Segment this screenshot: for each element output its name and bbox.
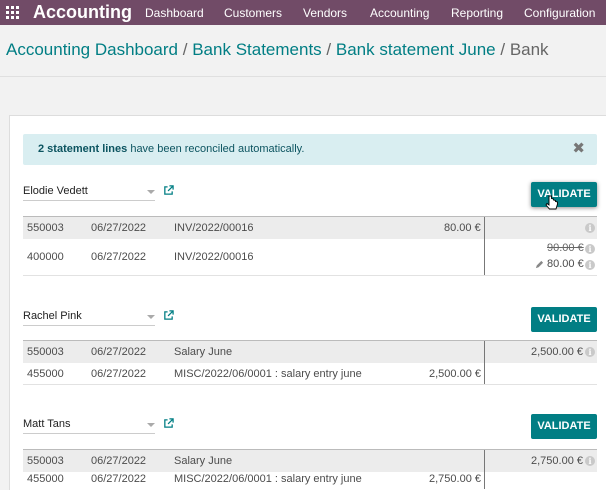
menu-accounting[interactable]: Accounting xyxy=(370,6,429,20)
partner-field[interactable]: Matt Tans xyxy=(23,418,71,431)
credit-amount: 2,500.00 € xyxy=(531,346,583,358)
validate-button[interactable]: VALIDATE xyxy=(531,182,597,207)
account-code: 455000 xyxy=(27,368,64,380)
validate-button[interactable]: VALIDATE xyxy=(531,414,597,439)
close-icon[interactable]: ✖ xyxy=(572,140,585,157)
table-row[interactable]: 550003 06/27/2022 INV/2022/00016 80.00 € xyxy=(23,217,597,239)
info-icon[interactable]: i xyxy=(585,244,595,254)
info-icon[interactable]: i xyxy=(585,456,595,466)
debit-amount: 2,750.00 € xyxy=(429,473,481,485)
partner-field-underline xyxy=(23,433,155,434)
external-link-icon[interactable] xyxy=(163,310,174,321)
info-icon[interactable]: i xyxy=(585,347,595,357)
line-label: INV/2022/00016 xyxy=(174,251,254,263)
apps-grid-icon[interactable] xyxy=(6,6,19,19)
menu-customers[interactable]: Customers xyxy=(224,6,282,20)
account-code: 550003 xyxy=(27,346,64,358)
table-row[interactable]: 455000 06/27/2022 MISC/2022/06/0001 : sa… xyxy=(23,469,597,489)
line-label: MISC/2022/06/0001 : salary entry june xyxy=(174,368,362,380)
line-date: 06/27/2022 xyxy=(91,346,147,358)
account-code: 455000 xyxy=(27,473,64,485)
notification-message: 2 statement lines have been reconciled a… xyxy=(38,143,305,155)
menu-configuration[interactable]: Configuration xyxy=(524,6,595,20)
info-icon[interactable]: i xyxy=(585,223,595,233)
partner-field-underline xyxy=(23,200,155,201)
breadcrumb: Accounting Dashboard / Bank Statements /… xyxy=(6,40,549,60)
debit-credit-divider xyxy=(484,341,485,385)
debit-amount: 80.00 € xyxy=(444,222,481,234)
breadcrumb-current: Bank xyxy=(509,40,549,59)
breadcrumb-accounting-dashboard[interactable]: Accounting Dashboard xyxy=(6,40,178,59)
table-row[interactable]: 455000 06/27/2022 MISC/2022/06/0001 : sa… xyxy=(23,363,597,385)
partner-field[interactable]: Elodie Vedett xyxy=(23,185,88,198)
chevron-down-icon[interactable] xyxy=(147,423,155,427)
partner-field-underline xyxy=(23,325,155,326)
pencil-icon[interactable] xyxy=(535,260,544,269)
menu-reporting[interactable]: Reporting xyxy=(451,6,503,20)
menu-vendors[interactable]: Vendors xyxy=(303,6,347,20)
account-code: 550003 xyxy=(27,222,64,234)
table-row[interactable]: 400000 06/27/2022 INV/2022/00016 90.00 €… xyxy=(23,239,597,275)
breadcrumb-separator: / xyxy=(326,40,332,59)
line-label: MISC/2022/06/0001 : salary entry june xyxy=(174,473,362,485)
table-bottom-border xyxy=(23,275,597,276)
external-link-icon[interactable] xyxy=(163,418,174,429)
line-label: Salary June xyxy=(174,346,233,358)
breadcrumb-separator: / xyxy=(182,40,188,59)
top-navbar: Accounting Dashboard Customers Vendors A… xyxy=(0,0,606,25)
credit-amount[interactable]: 80.00 € xyxy=(547,253,584,275)
table-row[interactable]: 550003 06/27/2022 Salary June 2,500.00 € xyxy=(23,341,597,363)
debit-amount: 2,500.00 € xyxy=(429,368,481,380)
debit-credit-divider xyxy=(484,450,485,489)
account-code: 400000 xyxy=(27,251,64,263)
validate-button[interactable]: VALIDATE xyxy=(531,307,597,332)
menu-dashboard[interactable]: Dashboard xyxy=(145,6,204,20)
breadcrumb-separator: / xyxy=(500,40,506,59)
line-date: 06/27/2022 xyxy=(91,251,147,263)
control-panel-divider xyxy=(0,76,606,77)
reconcile-notification: 2 statement lines have been reconciled a… xyxy=(23,134,597,165)
line-date: 06/27/2022 xyxy=(91,473,147,485)
chevron-down-icon[interactable] xyxy=(147,190,155,194)
breadcrumb-bank-statement-june[interactable]: Bank statement June xyxy=(336,40,496,59)
line-date: 06/27/2022 xyxy=(91,222,147,234)
partner-field[interactable]: Rachel Pink xyxy=(23,310,82,323)
line-label: INV/2022/00016 xyxy=(174,222,254,234)
mouse-cursor-icon xyxy=(545,195,558,210)
external-link-icon[interactable] xyxy=(163,185,174,196)
table-bottom-border xyxy=(23,384,597,385)
app-title[interactable]: Accounting xyxy=(33,1,132,23)
debit-credit-divider xyxy=(484,217,485,275)
info-icon[interactable]: i xyxy=(585,260,595,270)
line-date: 06/27/2022 xyxy=(91,368,147,380)
breadcrumb-bank-statements[interactable]: Bank Statements xyxy=(192,40,321,59)
chevron-down-icon[interactable] xyxy=(147,315,155,319)
